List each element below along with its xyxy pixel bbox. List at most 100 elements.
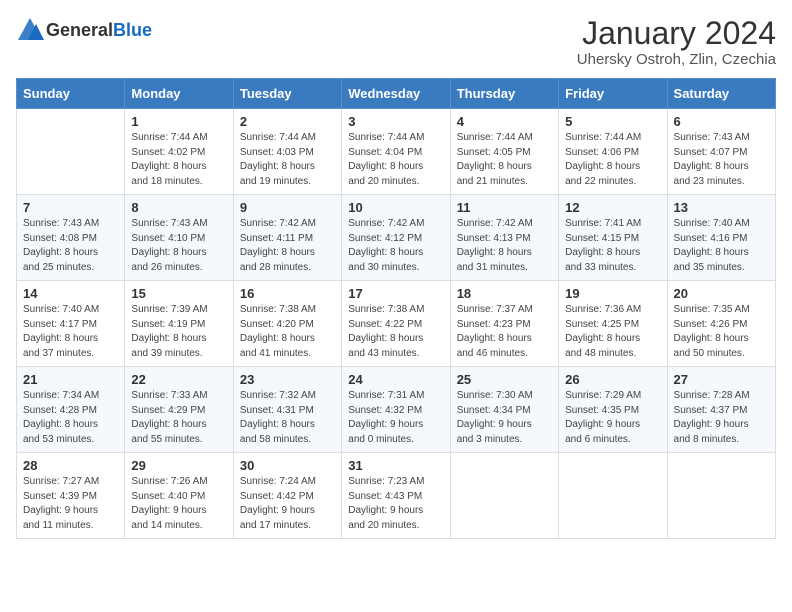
- day-info: Sunrise: 7:40 AM Sunset: 4:17 PM Dayligh…: [23, 303, 118, 361]
- day-cell: [559, 453, 667, 539]
- day-cell: 11 Sunrise: 7:42 AM Sunset: 4:13 PM Dayli…: [450, 195, 558, 281]
- day-number: 2: [240, 114, 335, 129]
- day-cell: 8 Sunrise: 7:43 AM Sunset: 4:10 PM Daylig…: [125, 195, 233, 281]
- day-cell: [450, 453, 558, 539]
- column-header-friday: Friday: [559, 79, 667, 109]
- day-info: Sunrise: 7:43 AM Sunset: 4:07 PM Dayligh…: [674, 131, 769, 189]
- day-info: Sunrise: 7:42 AM Sunset: 4:11 PM Dayligh…: [240, 217, 335, 275]
- day-number: 16: [240, 286, 335, 301]
- logo-icon: [16, 16, 44, 44]
- calendar-body: 1 Sunrise: 7:44 AM Sunset: 4:02 PM Daylig…: [17, 109, 776, 539]
- location-subtitle: Uhersky Ostroh, Zlin, Czechia: [577, 51, 776, 68]
- week-row-5: 28 Sunrise: 7:27 AM Sunset: 4:39 PM Dayli…: [17, 453, 776, 539]
- day-info: Sunrise: 7:40 AM Sunset: 4:16 PM Dayligh…: [674, 217, 769, 275]
- day-info: Sunrise: 7:30 AM Sunset: 4:34 PM Dayligh…: [457, 389, 552, 447]
- column-header-sunday: Sunday: [17, 79, 125, 109]
- title-block: January 2024 Uhersky Ostroh, Zlin, Czech…: [577, 16, 776, 68]
- day-info: Sunrise: 7:33 AM Sunset: 4:29 PM Dayligh…: [131, 389, 226, 447]
- day-cell: 17Sunrise: 7:38 AM Sunset: 4:22 PM Dayli…: [342, 281, 450, 367]
- column-header-wednesday: Wednesday: [342, 79, 450, 109]
- day-number: 12: [565, 200, 660, 215]
- day-cell: 6Sunrise: 7:43 AM Sunset: 4:07 PM Daylig…: [667, 109, 775, 195]
- day-info: Sunrise: 7:27 AM Sunset: 4:39 PM Dayligh…: [23, 475, 118, 533]
- day-number: 3: [348, 114, 443, 129]
- day-cell: 22 Sunrise: 7:33 AM Sunset: 4:29 PM Dayli…: [125, 367, 233, 453]
- day-number: 19: [565, 286, 660, 301]
- day-info: Sunrise: 7:44 AM Sunset: 4:04 PM Dayligh…: [348, 131, 443, 189]
- day-cell: 1 Sunrise: 7:44 AM Sunset: 4:02 PM Daylig…: [125, 109, 233, 195]
- week-row-1: 1 Sunrise: 7:44 AM Sunset: 4:02 PM Daylig…: [17, 109, 776, 195]
- day-info: Sunrise: 7:42 AM Sunset: 4:13 PM Dayligh…: [457, 217, 552, 275]
- day-cell: 31Sunrise: 7:23 AM Sunset: 4:43 PM Dayli…: [342, 453, 450, 539]
- day-number: 11: [457, 200, 552, 215]
- day-cell: 3 Sunrise: 7:44 AM Sunset: 4:04 PM Daylig…: [342, 109, 450, 195]
- day-number: 5: [565, 114, 660, 129]
- day-info: Sunrise: 7:44 AM Sunset: 4:02 PM Dayligh…: [131, 131, 226, 189]
- day-info: Sunrise: 7:29 AM Sunset: 4:35 PM Dayligh…: [565, 389, 660, 447]
- day-number: 18: [457, 286, 552, 301]
- day-info: Sunrise: 7:37 AM Sunset: 4:23 PM Dayligh…: [457, 303, 552, 361]
- day-number: 30: [240, 458, 335, 473]
- day-cell: 20Sunrise: 7:35 AM Sunset: 4:26 PM Dayli…: [667, 281, 775, 367]
- logo: GeneralBlue: [16, 16, 152, 44]
- week-row-4: 21 Sunrise: 7:34 AM Sunset: 4:28 PM Dayli…: [17, 367, 776, 453]
- day-number: 17: [348, 286, 443, 301]
- day-cell: 21 Sunrise: 7:34 AM Sunset: 4:28 PM Dayli…: [17, 367, 125, 453]
- logo-text-blue: Blue: [113, 20, 152, 40]
- column-header-monday: Monday: [125, 79, 233, 109]
- day-info: Sunrise: 7:35 AM Sunset: 4:26 PM Dayligh…: [674, 303, 769, 361]
- day-number: 28: [23, 458, 118, 473]
- day-number: 31: [348, 458, 443, 473]
- day-cell: 12 Sunrise: 7:41 AM Sunset: 4:15 PM Dayli…: [559, 195, 667, 281]
- page-header: GeneralBlue January 2024 Uhersky Ostroh,…: [16, 16, 776, 68]
- day-cell: [17, 109, 125, 195]
- day-number: 27: [674, 372, 769, 387]
- calendar-table: SundayMondayTuesdayWednesdayThursdayFrid…: [16, 78, 776, 539]
- day-cell: 9Sunrise: 7:42 AM Sunset: 4:11 PM Daylig…: [233, 195, 341, 281]
- day-number: 25: [457, 372, 552, 387]
- column-header-tuesday: Tuesday: [233, 79, 341, 109]
- day-number: 7: [23, 200, 118, 215]
- day-number: 26: [565, 372, 660, 387]
- logo-text-general: General: [46, 20, 113, 40]
- day-number: 15: [131, 286, 226, 301]
- day-cell: 16Sunrise: 7:38 AM Sunset: 4:20 PM Dayli…: [233, 281, 341, 367]
- day-cell: 26 Sunrise: 7:29 AM Sunset: 4:35 PM Dayli…: [559, 367, 667, 453]
- day-info: Sunrise: 7:36 AM Sunset: 4:25 PM Dayligh…: [565, 303, 660, 361]
- week-row-2: 7Sunrise: 7:43 AM Sunset: 4:08 PM Daylig…: [17, 195, 776, 281]
- day-info: Sunrise: 7:31 AM Sunset: 4:32 PM Dayligh…: [348, 389, 443, 447]
- day-cell: 29Sunrise: 7:26 AM Sunset: 4:40 PM Dayli…: [125, 453, 233, 539]
- day-info: Sunrise: 7:44 AM Sunset: 4:06 PM Dayligh…: [565, 131, 660, 189]
- calendar-header: SundayMondayTuesdayWednesdayThursdayFrid…: [17, 79, 776, 109]
- day-cell: [667, 453, 775, 539]
- day-cell: 27 Sunrise: 7:28 AM Sunset: 4:37 PM Dayli…: [667, 367, 775, 453]
- day-number: 21: [23, 372, 118, 387]
- day-info: Sunrise: 7:39 AM Sunset: 4:19 PM Dayligh…: [131, 303, 226, 361]
- day-info: Sunrise: 7:34 AM Sunset: 4:28 PM Dayligh…: [23, 389, 118, 447]
- day-info: Sunrise: 7:28 AM Sunset: 4:37 PM Dayligh…: [674, 389, 769, 447]
- column-header-saturday: Saturday: [667, 79, 775, 109]
- header-row: SundayMondayTuesdayWednesdayThursdayFrid…: [17, 79, 776, 109]
- day-info: Sunrise: 7:44 AM Sunset: 4:05 PM Dayligh…: [457, 131, 552, 189]
- day-cell: 10 Sunrise: 7:42 AM Sunset: 4:12 PM Dayli…: [342, 195, 450, 281]
- day-info: Sunrise: 7:43 AM Sunset: 4:10 PM Dayligh…: [131, 217, 226, 275]
- day-cell: 7Sunrise: 7:43 AM Sunset: 4:08 PM Daylig…: [17, 195, 125, 281]
- day-cell: 24 Sunrise: 7:31 AM Sunset: 4:32 PM Dayli…: [342, 367, 450, 453]
- day-number: 22: [131, 372, 226, 387]
- day-cell: 13Sunrise: 7:40 AM Sunset: 4:16 PM Dayli…: [667, 195, 775, 281]
- day-cell: 2Sunrise: 7:44 AM Sunset: 4:03 PM Daylig…: [233, 109, 341, 195]
- day-number: 23: [240, 372, 335, 387]
- day-number: 8: [131, 200, 226, 215]
- day-number: 24: [348, 372, 443, 387]
- day-info: Sunrise: 7:24 AM Sunset: 4:42 PM Dayligh…: [240, 475, 335, 533]
- day-number: 1: [131, 114, 226, 129]
- week-row-3: 14Sunrise: 7:40 AM Sunset: 4:17 PM Dayli…: [17, 281, 776, 367]
- day-number: 29: [131, 458, 226, 473]
- day-cell: 28 Sunrise: 7:27 AM Sunset: 4:39 PM Dayli…: [17, 453, 125, 539]
- day-cell: 19 Sunrise: 7:36 AM Sunset: 4:25 PM Dayli…: [559, 281, 667, 367]
- day-info: Sunrise: 7:41 AM Sunset: 4:15 PM Dayligh…: [565, 217, 660, 275]
- day-number: 10: [348, 200, 443, 215]
- day-cell: 23 Sunrise: 7:32 AM Sunset: 4:31 PM Dayli…: [233, 367, 341, 453]
- day-info: Sunrise: 7:42 AM Sunset: 4:12 PM Dayligh…: [348, 217, 443, 275]
- day-info: Sunrise: 7:32 AM Sunset: 4:31 PM Dayligh…: [240, 389, 335, 447]
